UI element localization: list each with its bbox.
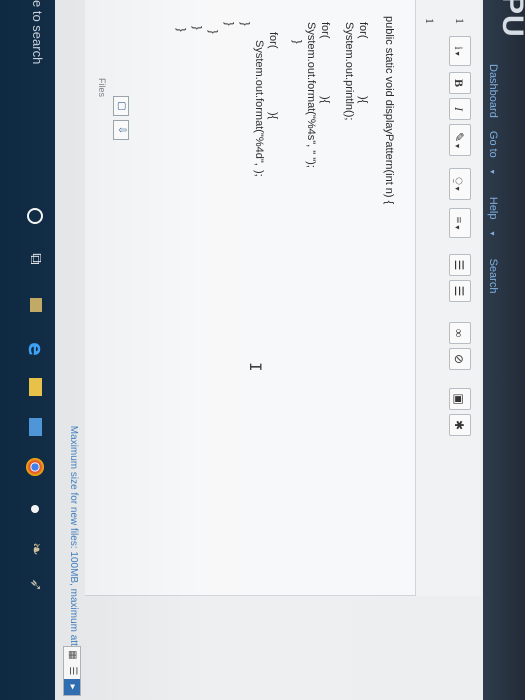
italic-button[interactable]: I: [449, 98, 471, 120]
chevron-down-icon: ▾: [453, 186, 462, 191]
collapse-toolbar-button[interactable]: 1: [449, 10, 471, 32]
chrome-icon[interactable]: [26, 458, 44, 476]
chevron-down-icon: ▾: [453, 225, 462, 230]
chevron-down-icon: ▾: [488, 169, 497, 174]
file-explorer-icon[interactable]: [29, 378, 42, 396]
code-line-11: }: [207, 30, 219, 34]
code-line-2b: ){: [357, 96, 369, 104]
taskbar-search-box[interactable]: e to search: [30, 0, 45, 64]
insert-image-button[interactable]: ▣: [449, 388, 471, 410]
chevron-down-icon: ▾: [453, 144, 462, 149]
editor-content[interactable]: public static void displayPattern(int n)…: [85, 0, 415, 596]
nav-links: Dashboard Go to ▾ Help ▾ Search: [487, 64, 499, 303]
bullet-list-button[interactable]: ☰: [449, 254, 471, 276]
code-line-5: System.out.format("%4s", " ");: [305, 22, 317, 168]
bold-button[interactable]: B: [449, 72, 471, 94]
media-player-icon[interactable]: [31, 505, 39, 513]
unlink-icon: ⊘: [452, 353, 466, 365]
code-line-7b: ){: [267, 112, 279, 120]
link-icon: ∞: [452, 328, 466, 338]
top-navbar: PU Dashboard Go to ▾ Help ▾ Search: [483, 0, 525, 700]
paragraph-style-dropdown[interactable]: i▾: [449, 36, 471, 66]
nav-link-search[interactable]: Search: [487, 259, 499, 294]
files-label: Files: [97, 78, 107, 98]
numbered-list-button[interactable]: ☰: [449, 280, 471, 302]
nav-link-go-to-label: Go to: [487, 130, 499, 158]
editor-toolbar: 1 i▾ B I ✎▾ ⍜▾ ≡▾ ☰ ☰ ∞ ⊘ ▣ ✱ 1: [415, 0, 481, 596]
code-line-4b: ){: [319, 96, 331, 104]
code-line-2a: for(: [357, 22, 369, 39]
toolbar-row-2-toggle[interactable]: 1: [419, 10, 441, 32]
font-icon: ⍜: [452, 177, 466, 185]
pencil-icon: ✎: [452, 131, 466, 143]
link-button[interactable]: ∞: [449, 322, 471, 344]
app-icon-wing[interactable]: ➶: [25, 574, 47, 596]
nav-link-go-to[interactable]: Go to ▾: [487, 131, 499, 184]
site-logo[interactable]: PU: [495, 0, 525, 38]
list-dropdown[interactable]: ≡▾: [449, 208, 471, 238]
photo-background: PU Dashboard Go to ▾ Help ▾ Search 1 i▾ B …: [0, 0, 525, 700]
list-icon: ≡: [452, 216, 466, 224]
code-line-10: }: [223, 22, 235, 26]
view-toggle[interactable]: ▦☰▸: [63, 646, 81, 696]
bold-label: B: [452, 78, 466, 87]
code-line-6: }: [291, 40, 303, 44]
cortana-icon[interactable]: [27, 208, 43, 224]
download-icon: ⇩: [116, 125, 127, 135]
windows-taskbar: e to search ⧉ e ❧ ➶: [0, 0, 55, 700]
paragraph-style-label: i: [452, 46, 466, 50]
text-color-dropdown[interactable]: ✎▾: [449, 124, 471, 156]
add-file-button[interactable]: ▢: [113, 96, 129, 116]
app-icon-leaf[interactable]: ❧: [25, 538, 47, 560]
mail-icon[interactable]: [29, 418, 42, 436]
task-view-icon[interactable]: ⧉: [25, 248, 47, 270]
code-line-8: System.out.format("%4d",: [253, 40, 265, 166]
italic-label: I: [452, 107, 466, 111]
tree-view-icon[interactable]: ▸: [64, 679, 80, 695]
edge-icon[interactable]: e: [24, 338, 48, 360]
list-view-icon[interactable]: ☰: [64, 663, 80, 679]
media-icon: ✱: [452, 419, 466, 431]
code-line-9: }: [239, 22, 251, 26]
monitor-screen: PU Dashboard Go to ▾ Help ▾ Search 1 i▾ B …: [0, 0, 525, 700]
code-line-13: }: [175, 28, 187, 32]
toolbar-row-2: 1: [415, 0, 445, 596]
code-line-3: System.out.println();: [343, 22, 355, 121]
nav-link-help-label: Help: [487, 196, 499, 220]
image-icon: ▣: [452, 393, 466, 405]
insert-media-button[interactable]: ✱: [449, 414, 471, 436]
file-picker-status: Maximum size for new files: 100MB, maxim…: [57, 0, 85, 700]
download-button[interactable]: ⇩: [113, 120, 129, 140]
code-line-7a: for(: [267, 32, 279, 49]
unlink-button[interactable]: ⊘: [449, 348, 471, 370]
grid-view-icon[interactable]: ▦: [64, 647, 80, 663]
code-line-1: public static void displayPattern(int n)…: [383, 16, 395, 205]
code-line-8b: );: [253, 170, 265, 177]
file-icon: ▢: [116, 101, 127, 111]
code-line-4a: for(: [319, 22, 331, 39]
font-dropdown[interactable]: ⍜▾: [449, 168, 471, 200]
chevron-down-icon: ▾: [453, 51, 462, 56]
nav-link-help[interactable]: Help ▾: [487, 197, 499, 246]
file-picker-area: ▢ ⇩ Files: [85, 0, 129, 596]
code-line-12: }: [191, 26, 203, 30]
chevron-down-icon: ▾: [488, 231, 497, 236]
store-icon[interactable]: [30, 298, 42, 312]
nav-link-dashboard[interactable]: Dashboard: [487, 64, 499, 118]
numbered-list-icon: ☰: [452, 285, 466, 297]
text-editor: 1 i▾ B I ✎▾ ⍜▾ ≡▾ ☰ ☰ ∞ ⊘ ▣ ✱ 1 public s…: [85, 0, 481, 596]
toolbar-row-1: 1 i▾ B I ✎▾ ⍜▾ ≡▾ ☰ ☰ ∞ ⊘ ▣ ✱: [445, 0, 475, 596]
bullet-list-icon: ☰: [452, 259, 466, 271]
text-cursor-icon: I: [246, 362, 265, 372]
